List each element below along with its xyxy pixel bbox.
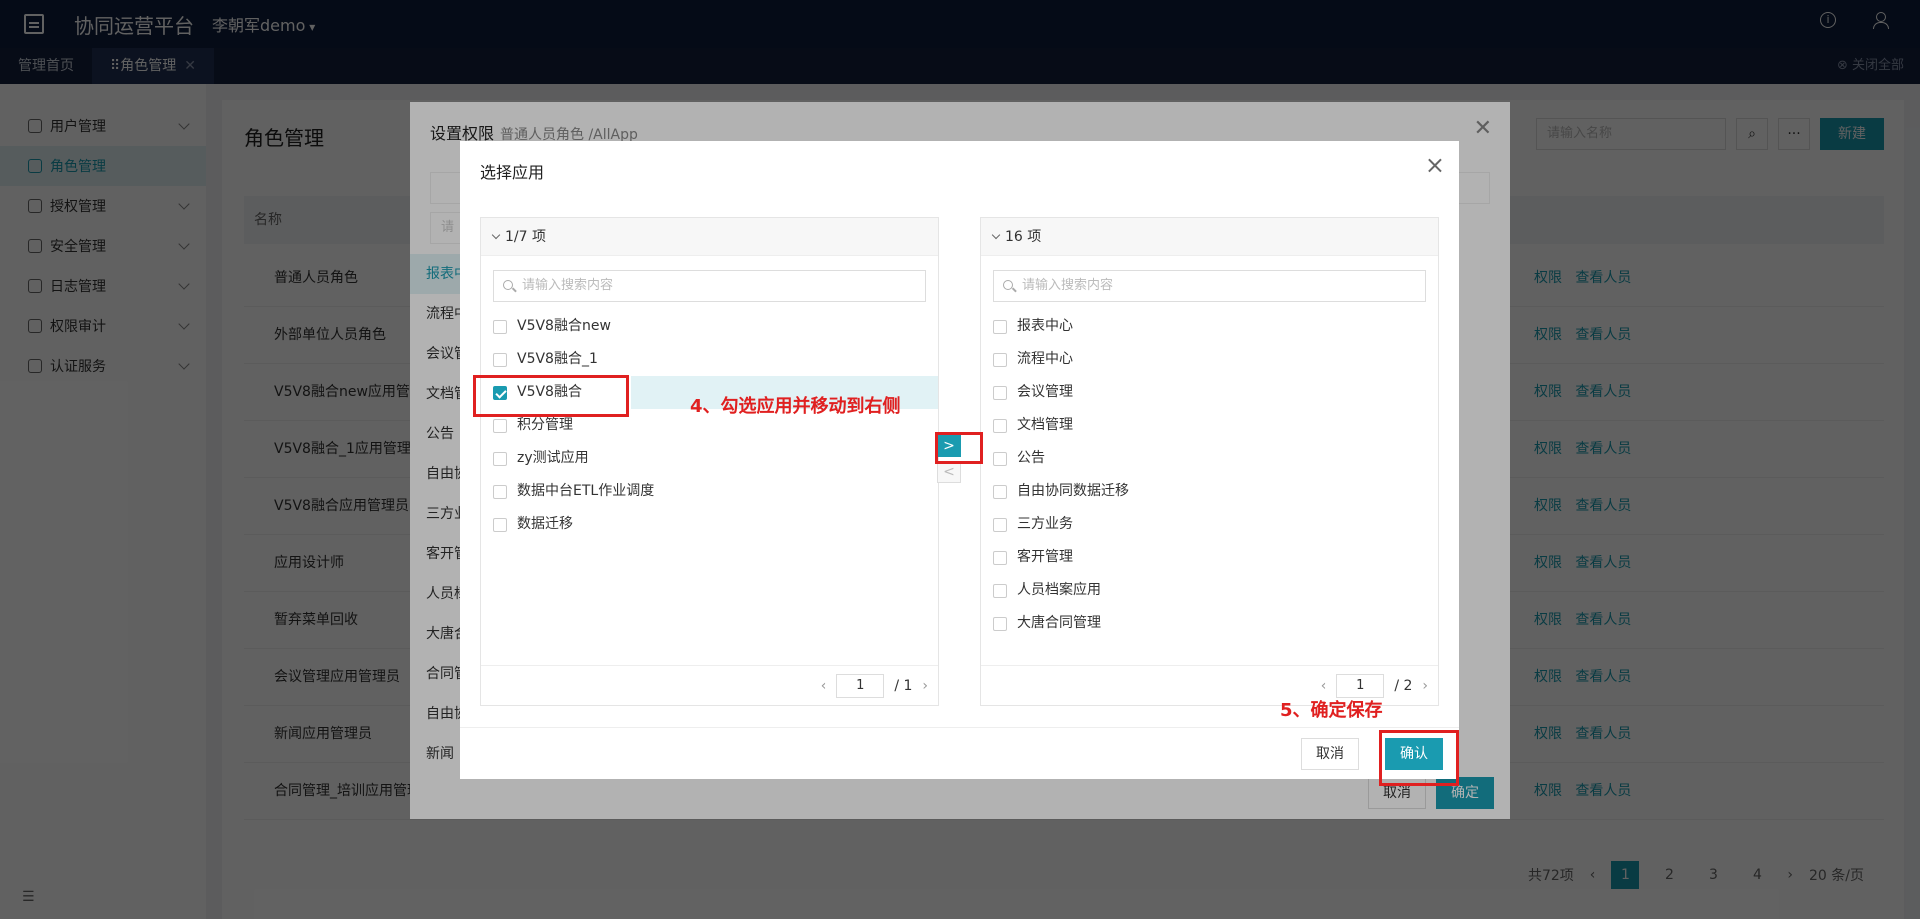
dialog-footer: 取消 确认 [460, 727, 1459, 779]
item-label: 数据迁移 [517, 516, 573, 532]
source-panel-header[interactable]: 1/7 项 [481, 218, 938, 256]
target-panel-header[interactable]: 16 项 [981, 218, 1438, 256]
checkbox[interactable] [493, 418, 507, 433]
item-label: 会议管理 [1017, 384, 1073, 400]
search-icon [503, 280, 513, 290]
target-search-input[interactable]: 请输入搜索内容 [993, 270, 1426, 302]
checkbox[interactable] [993, 616, 1007, 631]
right-item[interactable]: 自由协同数据迁移 [981, 475, 1438, 508]
source-search-input[interactable]: 请输入搜索内容 [493, 270, 926, 302]
item-label: 流程中心 [1017, 351, 1073, 367]
item-label: V5V8融合new [517, 318, 611, 334]
search-icon [1003, 280, 1013, 290]
chevron-down-icon [991, 230, 1001, 240]
page-total: / 2 [1394, 678, 1413, 694]
highlight-box-checkbox [473, 375, 629, 417]
checkbox[interactable] [993, 319, 1007, 334]
checkbox[interactable] [493, 484, 507, 499]
item-label: 人员档案应用 [1017, 582, 1101, 598]
checkbox[interactable] [993, 583, 1007, 598]
page-total: / 1 [894, 678, 913, 694]
source-panel: 1/7 项 请输入搜索内容 V5V8融合new V5V8融合_1 V5V8融合 积分管… [480, 217, 939, 706]
move-left-button[interactable]: < [937, 461, 961, 483]
right-item[interactable]: 公告 [981, 442, 1438, 475]
target-panel: 16 项 请输入搜索内容 报表中心流程中心会议管理文档管理公告自由协同数据迁移三… [980, 217, 1439, 706]
right-item[interactable]: 大唐合同管理 [981, 607, 1438, 640]
checkbox[interactable] [493, 451, 507, 466]
item-label: 三方业务 [1017, 516, 1073, 532]
annotation-step5: 5、确定保存 [1280, 700, 1383, 721]
item-label: 数据中台ETL作业调度 [517, 483, 655, 499]
highlight-box-confirm [1379, 730, 1459, 786]
item-label: 自由协同数据迁移 [1017, 483, 1129, 499]
checkbox[interactable] [993, 517, 1007, 532]
source-pagination: ‹ 1 / 1 › [481, 665, 938, 705]
left-item[interactable]: V5V8融合new [481, 310, 938, 343]
cancel-button[interactable]: 取消 [1301, 738, 1359, 770]
item-label: 报表中心 [1017, 318, 1073, 334]
right-item[interactable]: 人员档案应用 [981, 574, 1438, 607]
prev-page-icon[interactable]: ‹ [821, 678, 827, 694]
page-input[interactable]: 1 [836, 674, 885, 698]
close-icon[interactable]: × [1425, 151, 1445, 179]
checkbox[interactable] [493, 517, 507, 532]
right-item[interactable]: 三方业务 [981, 508, 1438, 541]
item-label: 大唐合同管理 [1017, 615, 1101, 631]
checkbox[interactable] [493, 319, 507, 334]
highlight-box-move [935, 432, 983, 464]
next-page-icon[interactable]: › [1422, 678, 1428, 694]
item-label: V5V8融合_1 [517, 351, 598, 367]
right-item[interactable]: 报表中心 [981, 310, 1438, 343]
left-item[interactable]: 数据迁移 [481, 508, 938, 541]
checkbox[interactable] [993, 385, 1007, 400]
checkbox[interactable] [993, 550, 1007, 565]
dialog-title: 选择应用 [480, 163, 545, 182]
left-item[interactable]: V5V8融合_1 [481, 343, 938, 376]
right-item[interactable]: 流程中心 [981, 343, 1438, 376]
checkbox[interactable] [493, 352, 507, 367]
checkbox[interactable] [993, 418, 1007, 433]
chevron-down-icon [491, 230, 501, 240]
annotation-step4: 4、勾选应用并移动到右侧 [690, 396, 901, 417]
item-label: 文档管理 [1017, 417, 1073, 433]
prev-page-icon[interactable]: ‹ [1321, 678, 1327, 694]
right-item[interactable]: 客开管理 [981, 541, 1438, 574]
item-label: 公告 [1017, 450, 1045, 466]
page-input[interactable]: 1 [1336, 674, 1385, 698]
checkbox[interactable] [993, 451, 1007, 466]
next-page-icon[interactable]: › [922, 678, 928, 694]
right-item[interactable]: 会议管理 [981, 376, 1438, 409]
checkbox[interactable] [993, 484, 1007, 499]
checkbox[interactable] [993, 352, 1007, 367]
item-label: zy测试应用 [517, 450, 589, 466]
right-item[interactable]: 文档管理 [981, 409, 1438, 442]
left-item[interactable]: zy测试应用 [481, 442, 938, 475]
item-label: 客开管理 [1017, 549, 1073, 565]
left-item[interactable]: 数据中台ETL作业调度 [481, 475, 938, 508]
